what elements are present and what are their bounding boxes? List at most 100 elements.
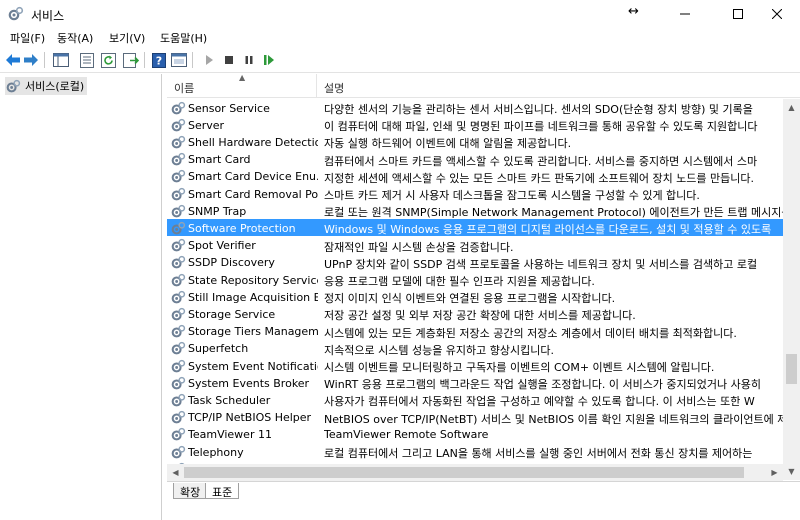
service-name-cell[interactable]: TCP/IP NetBIOS Helper: [171, 410, 318, 426]
service-row[interactable]: Task Scheduler 사용자가 컴퓨터에서 자동화된 작업을 구성하고 예…: [167, 391, 783, 408]
export-icon[interactable]: [122, 51, 140, 69]
services-list: Sensor Service 다양한 센서의 기능을 관리하는 센서 서비스입니다…: [167, 99, 783, 464]
service-row[interactable]: System Event Notificatio... 시스템 이벤트를 모니터링…: [167, 357, 783, 374]
window-title: 서비스: [31, 9, 65, 23]
service-name-cell[interactable]: Smart Card Removal Pol...: [171, 186, 318, 202]
gear-icon: [171, 445, 186, 458]
gear-icon: [6, 79, 21, 92]
gear-icon: [171, 273, 186, 286]
service-row[interactable]: System Events Broker WinRT 응용 프로그램의 백그라운드…: [167, 374, 783, 391]
restart-icon[interactable]: [260, 51, 278, 69]
menu-view[interactable]: 보기(V): [109, 30, 145, 46]
service-name-cell[interactable]: State Repository Service: [171, 272, 318, 288]
vertical-scrollbar[interactable]: ▲ ▼: [783, 99, 800, 480]
gear-icon: [171, 359, 186, 372]
close-button[interactable]: [754, 0, 800, 27]
start-icon[interactable]: [200, 51, 218, 69]
gear-icon: [171, 238, 186, 252]
service-row[interactable]: Smart Card Device Enu... 지정한 세션에 액세스할 수 있…: [167, 168, 783, 185]
service-row[interactable]: TeamViewer 11 TeamViewer Remote Software: [167, 426, 783, 443]
service-row[interactable]: Spot Verifier 잠재적인 파일 시스템 손상을 검증합니다.: [167, 237, 783, 254]
column-header-name[interactable]: 이름: [174, 80, 194, 96]
gear-icon: [171, 393, 186, 407]
service-name-cell[interactable]: Smart Card: [171, 152, 318, 168]
scroll-right-icon[interactable]: ▶: [766, 464, 783, 481]
stop-icon[interactable]: [220, 51, 238, 69]
scroll-left-icon[interactable]: ◀: [167, 464, 184, 481]
service-name-cell[interactable]: TeamViewer 11: [171, 427, 318, 443]
gear-icon: [171, 204, 186, 218]
service-row[interactable]: Storage Service 저장 공간 설정 및 외부 저장 공간 확장에 대…: [167, 305, 783, 322]
service-row[interactable]: SNMP Trap 로컬 또는 원격 SNMP(Simple Network Ma…: [167, 202, 783, 219]
service-row[interactable]: State Repository Service 응용 프로그램 모델에 대한 필…: [167, 271, 783, 288]
tab-extended[interactable]: 확장: [173, 483, 208, 499]
service-name-cell[interactable]: Sensor Service: [171, 100, 318, 116]
gear-icon: [171, 118, 186, 132]
horizontal-scroll-thumb[interactable]: [184, 467, 744, 478]
service-row[interactable]: Superfetch 지속적으로 시스템 성능을 유지하고 향상시킵니다.: [167, 340, 783, 357]
service-name: System Event Notificatio...: [188, 359, 318, 373]
service-name-cell[interactable]: SSDP Discovery: [171, 255, 318, 271]
gear-icon: [171, 410, 186, 424]
service-row[interactable]: Smart Card 컴퓨터에서 스마트 카드를 액세스할 수 있도록 관리합니다…: [167, 151, 783, 168]
forward-icon[interactable]: [22, 51, 40, 69]
service-row[interactable]: Still Image Acquisition E... 정지 이미지 인식 이벤…: [167, 288, 783, 305]
service-description: NetBIOS over TCP/IP(NetBT) 서비스 및 NetBIOS…: [324, 412, 783, 426]
gear-icon: [171, 221, 186, 235]
service-name: Spot Verifier: [188, 239, 256, 253]
service-name-cell[interactable]: Superfetch: [171, 341, 318, 357]
console-icon[interactable]: [170, 51, 188, 69]
service-description: 지정한 세션에 액세스할 수 있는 모든 스마트 카드 판독기에 소프트웨어 장…: [324, 171, 755, 185]
back-icon[interactable]: [4, 51, 22, 69]
service-name: Task Scheduler: [188, 393, 271, 407]
service-row[interactable]: TCP/IP NetBIOS Helper NetBIOS over TCP/IP…: [167, 409, 783, 426]
service-name: Storage Tiers Manageme...: [188, 325, 318, 339]
service-name-cell[interactable]: Shell Hardware Detection: [171, 134, 318, 150]
service-name: SSDP Discovery: [188, 256, 275, 270]
properties-icon[interactable]: [78, 51, 96, 69]
service-description: WinRT 응용 프로그램의 백그라운드 작업 실행을 조정합니다. 이 서비스…: [324, 378, 762, 392]
service-name-cell[interactable]: Telephony: [171, 444, 318, 460]
title-bar: 서비스 ↔: [0, 0, 800, 27]
service-row[interactable]: Storage Tiers Manageme... 시스템에 있는 모든 계층화된…: [167, 323, 783, 340]
service-name-cell[interactable]: Storage Tiers Manageme...: [171, 324, 318, 340]
service-name-cell[interactable]: Server: [171, 117, 318, 133]
service-name-cell[interactable]: SNMP Trap: [171, 203, 318, 219]
horizontal-scrollbar[interactable]: ◀ ▶: [167, 464, 783, 481]
menu-file[interactable]: 파일(F): [10, 30, 45, 46]
show-tree-icon[interactable]: [52, 51, 70, 69]
service-name-cell[interactable]: Storage Service: [171, 306, 318, 322]
help-icon[interactable]: ?: [150, 51, 168, 69]
service-name: TeamViewer 11: [188, 428, 272, 442]
service-name-cell[interactable]: Still Image Acquisition E...: [171, 289, 318, 305]
vertical-scroll-thumb[interactable]: [786, 354, 797, 384]
service-description: 로컬 컴퓨터에서 그리고 LAN을 통해 서비스를 실행 중인 서버에서 전화 …: [324, 447, 753, 460]
service-name-cell[interactable]: Spot Verifier: [171, 238, 318, 254]
service-row[interactable]: Smart Card Removal Pol... 스마트 카드 제거 시 사용자…: [167, 185, 783, 202]
service-name-cell[interactable]: System Event Notificatio...: [171, 358, 318, 374]
service-name-cell[interactable]: Software Protection: [171, 220, 318, 236]
service-row[interactable]: Sensor Service 다양한 센서의 기능을 관리하는 센서 서비스입니다…: [167, 99, 783, 116]
service-name: Smart Card Device Enu...: [188, 170, 318, 184]
service-row[interactable]: SSDP Discovery UPnP 장치와 같이 SSDP 검색 프로토콜을 …: [167, 254, 783, 271]
column-header-description[interactable]: 설명: [324, 80, 344, 96]
minimize-button[interactable]: [662, 0, 708, 27]
menu-action[interactable]: 동작(A): [57, 30, 93, 46]
column-divider[interactable]: [316, 74, 317, 98]
service-row[interactable]: Software Protection Windows 및 Windows 응용 …: [167, 219, 783, 237]
service-name-cell[interactable]: System Events Broker: [171, 375, 318, 391]
tab-standard[interactable]: 표준: [205, 483, 240, 499]
scroll-down-icon[interactable]: ▼: [783, 463, 800, 480]
menu-help[interactable]: 도움말(H): [160, 30, 207, 46]
tree-item-local-services[interactable]: 서비스(로컬): [5, 77, 88, 95]
scroll-up-icon[interactable]: ▲: [783, 99, 800, 116]
service-row[interactable]: Shell Hardware Detection 자동 실행 하드웨어 이벤트에 …: [167, 133, 783, 150]
service-name-cell[interactable]: Smart Card Device Enu...: [171, 169, 318, 185]
refresh-icon[interactable]: [100, 51, 118, 69]
gear-icon: [171, 187, 186, 200]
pause-icon[interactable]: [240, 51, 258, 69]
service-row[interactable]: Server 이 컴퓨터에 대해 파일, 인쇄 및 명명된 파이프를 네트워크를 …: [167, 116, 783, 133]
service-description: 잠재적인 파일 시스템 손상을 검증합니다.: [324, 240, 514, 254]
service-name-cell[interactable]: Task Scheduler: [171, 392, 318, 408]
service-row[interactable]: Telephony 로컬 컴퓨터에서 그리고 LAN을 통해 서비스를 실행 중인…: [167, 443, 783, 460]
